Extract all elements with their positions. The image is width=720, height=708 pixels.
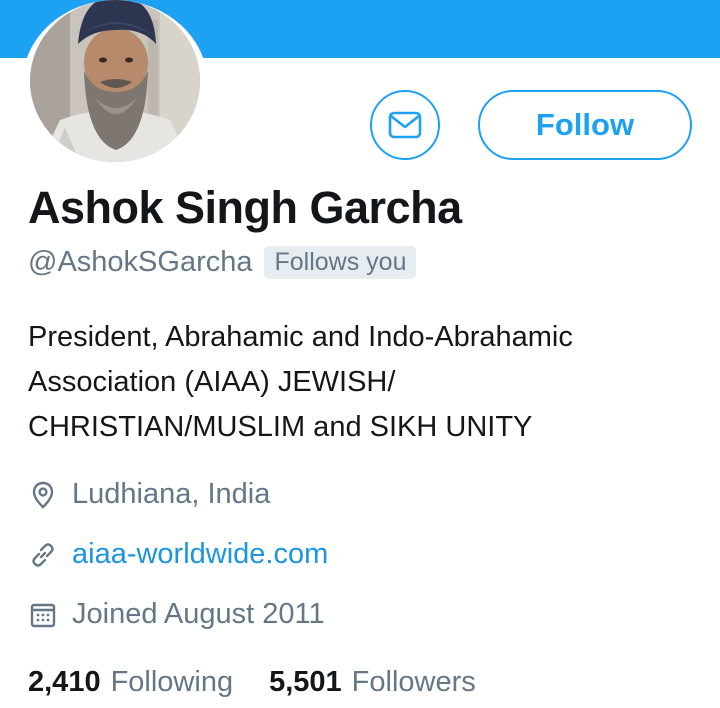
link-icon xyxy=(28,540,58,570)
profile-photo xyxy=(30,0,200,162)
website-link[interactable]: aiaa-worldwide.com xyxy=(72,538,328,571)
followers-count: 5,501 xyxy=(269,666,342,698)
joined-row: Joined August 2011 xyxy=(28,598,325,631)
location-row: Ludhiana, India xyxy=(28,478,270,511)
profile-stats: 2,410 Following 5,501 Followers xyxy=(28,666,476,699)
followers-label: Followers xyxy=(351,666,476,698)
location-text: Ludhiana, India xyxy=(72,478,271,510)
profile-name: Ashok Singh Garcha xyxy=(28,182,462,233)
calendar-icon xyxy=(28,600,58,630)
followers-stat[interactable]: 5,501 Followers xyxy=(269,666,476,699)
following-count: 2,410 xyxy=(28,666,101,698)
profile-handle: @AshokSGarcha xyxy=(28,246,253,278)
follow-button[interactable]: Follow xyxy=(478,90,692,160)
message-button[interactable] xyxy=(370,90,440,160)
profile-bio: President, Abrahamic and Indo-Abrahamic … xyxy=(28,321,573,443)
following-label: Following xyxy=(110,666,234,698)
following-stat[interactable]: 2,410 Following xyxy=(28,666,233,699)
follows-you-badge: Follows you xyxy=(264,246,417,279)
handle-row: @AshokSGarcha Follows you xyxy=(28,246,417,279)
joined-text: Joined August 2011 xyxy=(72,598,325,630)
avatar[interactable] xyxy=(30,0,200,162)
envelope-icon xyxy=(388,111,422,139)
location-pin-icon xyxy=(28,480,58,510)
website-row[interactable]: aiaa-worldwide.com xyxy=(28,538,328,571)
